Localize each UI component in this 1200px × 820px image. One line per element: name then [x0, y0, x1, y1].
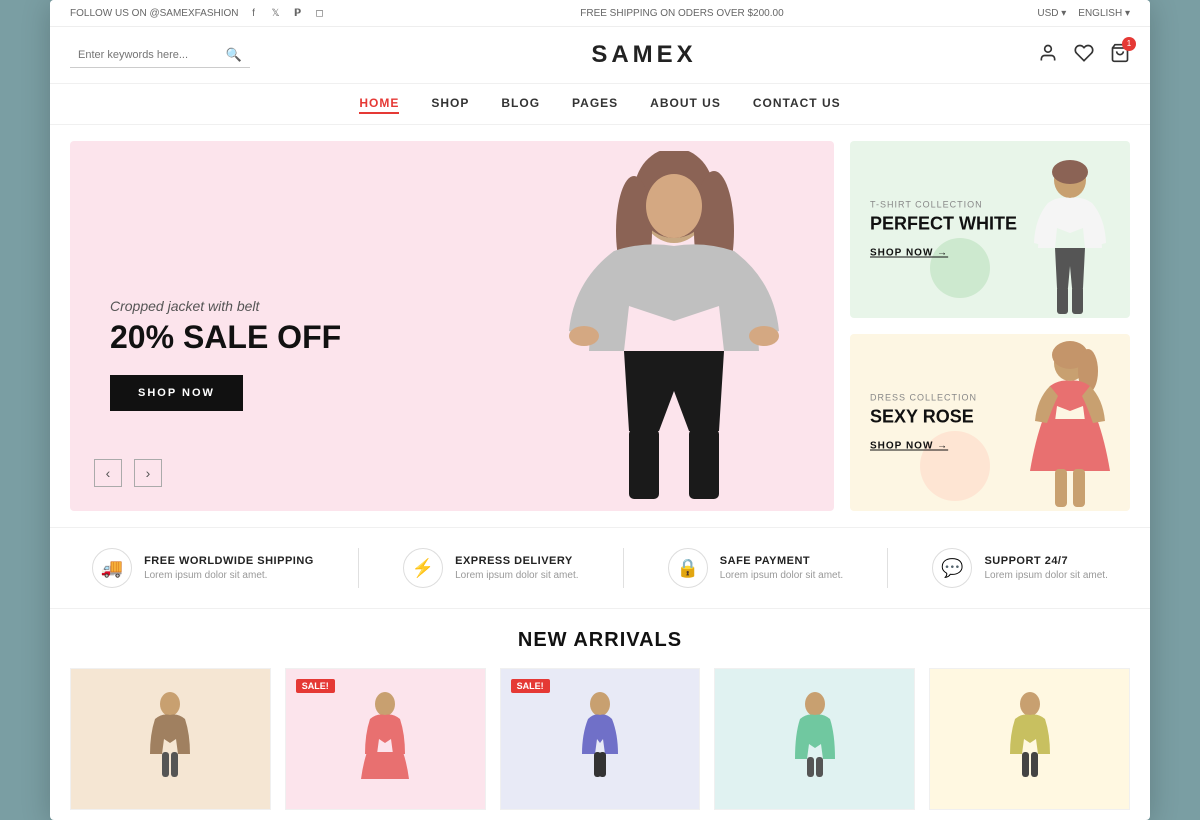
- side-banner-2: DRESS COLLECTION SEXY ROSE SHOP NOW →: [850, 334, 1130, 511]
- feature-payment-desc: Lorem ipsum dolor sit amet.: [720, 570, 843, 581]
- top-bar-social: FOLLOW US ON @SAMEXFASHION f 𝕏 𝗣 ◻: [70, 6, 327, 20]
- account-icon[interactable]: [1038, 43, 1058, 68]
- new-arrivals-section: NEW ARRIVALS SALE!: [50, 609, 1150, 820]
- wishlist-icon[interactable]: [1074, 43, 1094, 68]
- product-image-1: [71, 669, 270, 809]
- site-logo[interactable]: SAMEX: [591, 41, 696, 69]
- sale-badge-2: SALE!: [296, 679, 335, 693]
- main-nav: HOME SHOP BLOG PAGES ABOUT US CONTACT US: [50, 84, 1150, 125]
- nav-item-contact[interactable]: CONTACT US: [753, 94, 841, 114]
- feature-support-desc: Lorem ipsum dolor sit amet.: [984, 570, 1107, 581]
- side-banner-1-model: [1020, 158, 1120, 318]
- side-banner-2-text: DRESS COLLECTION SEXY ROSE SHOP NOW →: [870, 392, 977, 453]
- cart-icon[interactable]: 1: [1110, 43, 1130, 68]
- hero-banner: Cropped jacket with belt 20% SALE OFF SH…: [70, 141, 834, 511]
- delivery-icon: ⚡: [403, 548, 443, 588]
- side-banner-1-text: T-SHIRT COLLECTION PERFECT WHITE SHOP NO…: [870, 199, 1017, 260]
- product-card-2[interactable]: SALE!: [285, 668, 486, 810]
- feature-shipping-desc: Lorem ipsum dolor sit amet.: [144, 570, 314, 581]
- search-input[interactable]: [78, 49, 226, 61]
- product-image-4: [715, 669, 914, 809]
- feature-support: 💬 SUPPORT 24/7 Lorem ipsum dolor sit ame…: [932, 548, 1107, 588]
- hero-next-button[interactable]: ›: [134, 459, 162, 487]
- product-card-5[interactable]: [929, 668, 1130, 810]
- feature-payment-title: SAFE PAYMENT: [720, 555, 843, 567]
- search-box[interactable]: 🔍: [70, 43, 250, 68]
- pinterest-icon[interactable]: 𝗣: [291, 6, 305, 20]
- feature-divider-2: [623, 548, 624, 588]
- feature-shipping-text: FREE WORLDWIDE SHIPPING Lorem ipsum dolo…: [144, 555, 314, 581]
- side-banner-2-title: SEXY ROSE: [870, 406, 977, 427]
- instagram-icon[interactable]: ◻: [313, 6, 327, 20]
- hero-title: 20% SALE OFF: [110, 320, 341, 355]
- side-banner-2-shop-link[interactable]: SHOP NOW →: [870, 440, 948, 451]
- top-bar-right: USD ▾ ENGLISH ▾: [1037, 8, 1130, 19]
- top-bar: FOLLOW US ON @SAMEXFASHION f 𝕏 𝗣 ◻ FREE …: [50, 0, 1150, 27]
- side-banners: T-SHIRT COLLECTION PERFECT WHITE SHOP NO…: [850, 141, 1130, 511]
- product-card-4[interactable]: [714, 668, 915, 810]
- main-content: Cropped jacket with belt 20% SALE OFF SH…: [50, 125, 1150, 527]
- side-banner-1: T-SHIRT COLLECTION PERFECT WHITE SHOP NO…: [850, 141, 1130, 318]
- hero-subtitle: Cropped jacket with belt: [110, 298, 341, 314]
- nav-item-pages[interactable]: PAGES: [572, 94, 618, 114]
- product-card-3[interactable]: SALE!: [500, 668, 701, 810]
- feature-support-text: SUPPORT 24/7 Lorem ipsum dolor sit amet.: [984, 555, 1107, 581]
- feature-support-title: SUPPORT 24/7: [984, 555, 1107, 567]
- feature-divider-3: [887, 548, 888, 588]
- nav-item-shop[interactable]: SHOP: [431, 94, 469, 114]
- feature-divider-1: [358, 548, 359, 588]
- currency-selector[interactable]: USD ▾: [1037, 8, 1066, 19]
- twitter-icon[interactable]: 𝕏: [269, 6, 283, 20]
- shipping-notice: FREE SHIPPING ON ODERS OVER $200.00: [580, 8, 783, 19]
- nav-item-blog[interactable]: BLOG: [501, 94, 540, 114]
- payment-icon: 🔒: [668, 548, 708, 588]
- features-bar: 🚚 FREE WORLDWIDE SHIPPING Lorem ipsum do…: [50, 527, 1150, 609]
- feature-payment: 🔒 SAFE PAYMENT Lorem ipsum dolor sit ame…: [668, 548, 843, 588]
- new-arrivals-title: NEW ARRIVALS: [70, 629, 1130, 652]
- search-icon[interactable]: 🔍: [226, 47, 242, 63]
- feature-delivery-text: EXPRESS DELIVERY Lorem ipsum dolor sit a…: [455, 555, 578, 581]
- feature-delivery-title: EXPRESS DELIVERY: [455, 555, 578, 567]
- facebook-icon[interactable]: f: [247, 6, 261, 20]
- hero-prev-button[interactable]: ‹: [94, 459, 122, 487]
- follow-text: FOLLOW US ON @SAMEXFASHION: [70, 8, 239, 19]
- feature-delivery: ⚡ EXPRESS DELIVERY Lorem ipsum dolor sit…: [403, 548, 578, 588]
- hero-model-image: [514, 160, 834, 512]
- hero-shop-button[interactable]: SHOP NOW: [110, 375, 243, 411]
- header-icons: 1: [1038, 43, 1130, 68]
- product-card-1[interactable]: [70, 668, 271, 810]
- feature-delivery-desc: Lorem ipsum dolor sit amet.: [455, 570, 578, 581]
- cart-badge: 1: [1122, 37, 1136, 51]
- feature-shipping-title: FREE WORLDWIDE SHIPPING: [144, 555, 314, 567]
- side-banner-2-collection: DRESS COLLECTION: [870, 392, 977, 402]
- hero-text: Cropped jacket with belt 20% SALE OFF SH…: [110, 298, 341, 411]
- hero-arrows: ‹ ›: [94, 459, 162, 487]
- products-grid: SALE! SALE!: [70, 668, 1130, 810]
- side-banner-1-shop-link[interactable]: SHOP NOW →: [870, 247, 948, 258]
- side-banner-1-collection: T-SHIRT COLLECTION: [870, 199, 1017, 209]
- sale-badge-3: SALE!: [511, 679, 550, 693]
- side-banner-1-title: PERFECT WHITE: [870, 213, 1017, 234]
- header: 🔍 SAMEX 1: [50, 27, 1150, 84]
- support-icon: 💬: [932, 548, 972, 588]
- side-banner-2-model: [1015, 341, 1125, 511]
- nav-item-about[interactable]: ABOUT US: [650, 94, 721, 114]
- browser-window: FOLLOW US ON @SAMEXFASHION f 𝕏 𝗣 ◻ FREE …: [50, 0, 1150, 820]
- nav-item-home[interactable]: HOME: [359, 94, 399, 114]
- feature-shipping: 🚚 FREE WORLDWIDE SHIPPING Lorem ipsum do…: [92, 548, 314, 588]
- product-image-5: [930, 669, 1129, 809]
- shipping-icon: 🚚: [92, 548, 132, 588]
- language-selector[interactable]: ENGLISH ▾: [1078, 8, 1130, 19]
- feature-payment-text: SAFE PAYMENT Lorem ipsum dolor sit amet.: [720, 555, 843, 581]
